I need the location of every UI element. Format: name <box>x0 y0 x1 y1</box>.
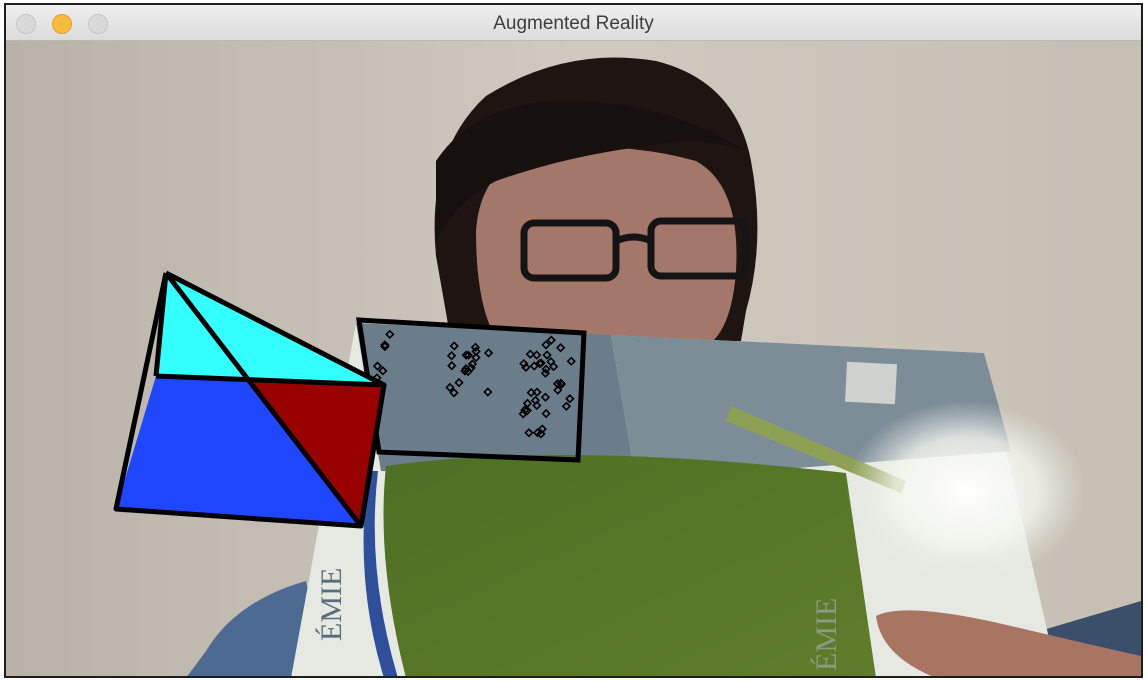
cover-text-right: ÉMIE <box>810 598 843 671</box>
camera-view: ÉMIE ÉMIE <box>6 41 1141 676</box>
app-window: Augmented Reality ÉMIE ÉMIE <box>4 3 1143 678</box>
title-bar[interactable]: Augmented Reality <box>6 5 1141 41</box>
window-title: Augmented Reality <box>493 13 654 34</box>
cover-text-left: ÉMIE <box>315 568 348 641</box>
camera-frame: ÉMIE ÉMIE <box>6 41 1141 676</box>
